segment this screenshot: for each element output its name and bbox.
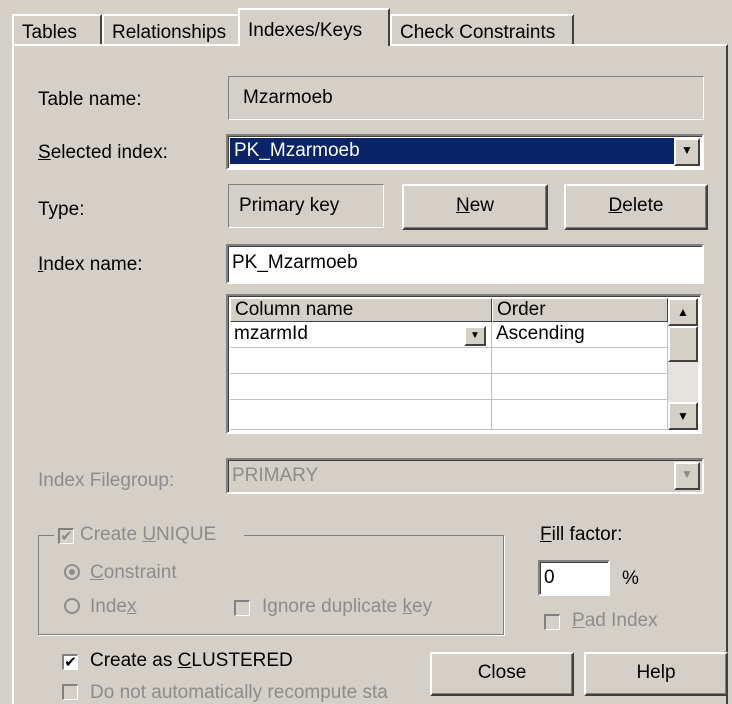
recompute-stats-label: Do not automatically recompute sta (90, 682, 388, 703)
table-name-field: Mzarmoeb (228, 76, 704, 120)
pad-index-label: Pad Index (572, 610, 658, 631)
index-filegroup-label: Index Filegroup: (38, 470, 175, 491)
column-dropdown-icon[interactable]: ▼ (464, 326, 486, 346)
tab-indexes-keys[interactable]: Indexes/Keys (238, 8, 390, 46)
columns-grid[interactable]: Column name Order mzarmId ▼ Ascending ▲ … (226, 294, 702, 434)
index-radio-label: Index (90, 596, 137, 617)
table-row-empty[interactable] (492, 348, 668, 374)
tab-label: Relationships (112, 22, 227, 43)
close-button[interactable]: Close (430, 652, 574, 696)
index-name-label: Index name: (38, 254, 143, 275)
create-clustered-label: Create as CLUSTERED (90, 650, 293, 671)
chevron-down-icon[interactable]: ▼ (674, 462, 700, 490)
table-row-column-cell[interactable]: mzarmId (230, 322, 492, 348)
scroll-thumb[interactable] (668, 326, 698, 362)
fill-factor-unit: % (622, 568, 639, 589)
type-field: Primary key (228, 184, 384, 228)
create-unique-legend[interactable]: ✔ Create UNIQUE (54, 524, 244, 546)
selected-index-label: Selected index: (38, 142, 168, 163)
index-filegroup-value: PRIMARY (232, 465, 319, 486)
table-name-label: Table name: (38, 89, 142, 110)
create-unique-label: Create UNIQUE (80, 524, 217, 545)
create-unique-checkbox[interactable]: ✔ (58, 528, 74, 544)
selected-index-dropdown[interactable]: PK_Mzarmoeb ▼ (226, 134, 704, 170)
constraint-label: Constraint (90, 562, 177, 583)
table-row-empty[interactable] (230, 400, 492, 430)
tab-check-constraints[interactable]: Check Constraints (390, 14, 574, 44)
help-button[interactable]: Help (584, 652, 728, 696)
order-header[interactable]: Order (492, 298, 668, 322)
delete-button[interactable]: Delete (564, 184, 708, 230)
new-button[interactable]: New (402, 184, 548, 230)
table-row-empty[interactable] (230, 348, 492, 374)
tab-label: Check Constraints (400, 22, 556, 43)
fill-factor-label: Fill factor: (540, 524, 623, 545)
scroll-down-icon[interactable]: ▼ (668, 402, 698, 430)
table-row-empty[interactable] (492, 400, 668, 430)
type-label: Type: (38, 199, 85, 220)
recompute-stats-checkbox[interactable] (62, 684, 78, 700)
ignore-duplicate-checkbox[interactable] (234, 600, 250, 616)
selected-index-value: PK_Mzarmoeb (230, 138, 674, 164)
index-name-input[interactable]: PK_Mzarmoeb (226, 244, 704, 284)
fill-factor-input[interactable]: 0 (538, 560, 610, 596)
constraint-radio[interactable] (64, 564, 80, 580)
index-filegroup-dropdown[interactable]: PRIMARY ▼ (226, 458, 704, 494)
create-clustered-checkbox[interactable]: ✔ (62, 654, 78, 670)
pad-index-checkbox[interactable] (544, 614, 560, 630)
tab-relationships[interactable]: Relationships (102, 14, 240, 44)
table-row-empty[interactable] (492, 374, 668, 400)
unique-groupbox (38, 535, 504, 635)
tab-tables[interactable]: Tables (12, 14, 102, 44)
index-radio[interactable] (64, 598, 80, 614)
index-name-value: PK_Mzarmoeb (232, 252, 358, 273)
tab-label: Tables (22, 22, 77, 43)
scroll-up-icon[interactable]: ▲ (668, 298, 698, 326)
fill-factor-value: 0 (544, 567, 555, 588)
ignore-duplicate-label: Ignore duplicate key (262, 596, 433, 617)
table-row-empty[interactable] (230, 374, 492, 400)
column-name-header[interactable]: Column name (230, 298, 492, 322)
table-row-order-cell[interactable]: Ascending (492, 322, 668, 348)
tab-label: Indexes/Keys (248, 20, 363, 41)
chevron-down-icon[interactable]: ▼ (674, 138, 700, 166)
